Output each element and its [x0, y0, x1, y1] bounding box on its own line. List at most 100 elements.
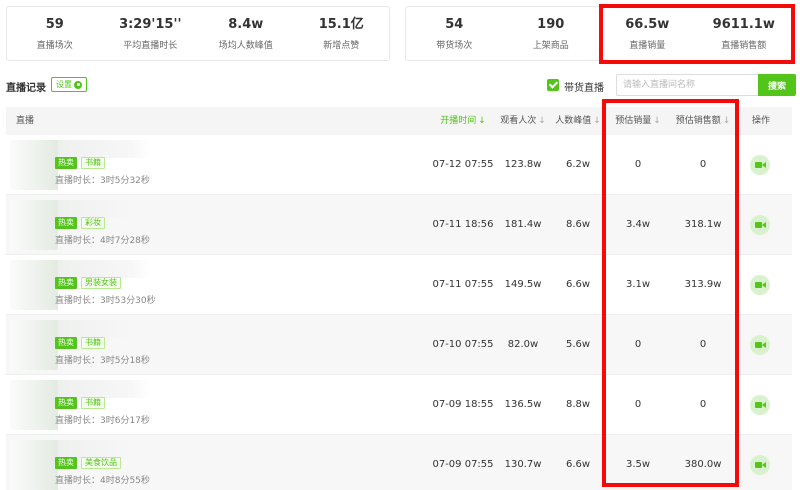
- video-camera-icon[interactable]: [750, 395, 770, 415]
- live-cover-thumbnail[interactable]: [10, 320, 150, 370]
- viewers: 82.0w: [507, 339, 539, 350]
- stat-new-likes: 15.1亿 新增点赞: [294, 7, 390, 60]
- viewers: 130.7w: [504, 459, 542, 470]
- video-camera-icon[interactable]: [750, 275, 770, 295]
- start-time: 07-12 07:55: [432, 159, 494, 170]
- est-revenue: 0: [699, 399, 707, 410]
- header-start-time[interactable]: 开播时间 ↓: [432, 107, 494, 135]
- peak: 8.8w: [565, 399, 591, 410]
- stat-label: 上架商品: [532, 41, 569, 51]
- table-row[interactable]: 热卖 美食饮品 直播时长：4时8分55秒 07-09 07:55 130.7w …: [6, 435, 792, 490]
- category-tag: 彩妆: [81, 217, 105, 229]
- viewers: 181.4w: [504, 219, 542, 230]
- live-duration: 直播时长：3时53分30秒: [55, 296, 156, 306]
- header-est-revenue[interactable]: 预估销售额 ↓: [670, 107, 736, 135]
- live-duration: 直播时长：3时5分18秒: [55, 356, 150, 366]
- hot-tag: 热卖: [55, 217, 77, 229]
- table-row[interactable]: 热卖 彩妆 直播时长：4时7分28秒 07-11 18:56 181.4w 8.…: [6, 195, 792, 255]
- live-records-toolbar: 直播记录 设置 带货直播 搜索: [6, 74, 796, 98]
- stat-live-count: 59 直播场次: [7, 7, 103, 60]
- stat-avg-peak: 8.4w 场均人数峰值: [198, 7, 294, 60]
- live-stats-card: 59 直播场次 3:29'15'' 平均直播时长 8.4w 场均人数峰值 15.…: [6, 6, 390, 61]
- hot-tag: 热卖: [55, 277, 77, 289]
- stat-value: 8.4w: [228, 17, 264, 32]
- category-tag: 书籍: [81, 397, 105, 409]
- stat-products: 190 上架商品: [503, 7, 600, 60]
- est-sales: 3.1w: [625, 279, 651, 290]
- video-camera-icon[interactable]: [750, 155, 770, 175]
- stat-value: 15.1亿: [318, 17, 364, 32]
- stat-selling-lives: 54 带货场次: [406, 7, 503, 60]
- stat-label: 新增点赞: [323, 41, 360, 51]
- stat-value: 66.5w: [625, 17, 670, 32]
- stat-value: 54: [445, 17, 464, 32]
- est-sales: 0: [634, 399, 642, 410]
- table-header: 直播 开播时间 ↓ 观看人次 ↓ 人数峰值 ↓ 预估销量 ↓ 预估销售额 ↓ 操作: [6, 107, 792, 135]
- est-sales: 3.5w: [625, 459, 651, 470]
- live-cover-thumbnail[interactable]: [10, 140, 150, 190]
- sort-arrow-icon: ↓: [722, 116, 731, 126]
- start-time: 07-10 07:55: [432, 339, 494, 350]
- table-row[interactable]: 热卖 书籍 直播时长：3时5分32秒 07-12 07:55 123.8w 6.…: [6, 135, 792, 195]
- hot-tag: 热卖: [55, 397, 77, 409]
- peak: 6.6w: [565, 459, 591, 470]
- settings-label: 设置: [56, 80, 72, 89]
- live-duration: 直播时长：4时8分55秒: [55, 476, 150, 486]
- live-cover-thumbnail[interactable]: [10, 380, 150, 430]
- sort-arrow-icon: ↓: [593, 116, 601, 126]
- stat-value: 9611.1w: [712, 17, 775, 32]
- stat-value: 3:29'15'': [119, 17, 182, 32]
- viewers: 136.5w: [504, 399, 542, 410]
- video-camera-icon[interactable]: [750, 335, 770, 355]
- est-sales: 0: [634, 159, 642, 170]
- checkbox-label[interactable]: 带货直播: [564, 79, 604, 94]
- peak: 6.2w: [565, 159, 591, 170]
- live-duration: 直播时长：3时6分17秒: [55, 416, 150, 426]
- search-button[interactable]: 搜索: [758, 74, 796, 96]
- peak: 8.6w: [565, 219, 591, 230]
- table-row[interactable]: 热卖 书籍 直播时长：3时5分18秒 07-10 07:55 82.0w 5.6…: [6, 315, 792, 375]
- peak: 5.6w: [565, 339, 591, 350]
- stat-label: 场均人数峰值: [218, 41, 273, 51]
- viewers: 123.8w: [504, 159, 542, 170]
- live-cover-thumbnail[interactable]: [10, 260, 150, 310]
- start-time: 07-09 18:55: [432, 399, 494, 410]
- video-camera-icon[interactable]: [750, 215, 770, 235]
- est-revenue: 380.0w: [684, 459, 722, 470]
- table-row[interactable]: 热卖 书籍 直播时长：3时6分17秒 07-09 18:55 136.5w 8.…: [6, 375, 792, 435]
- header-peak[interactable]: 人数峰值 ↓: [552, 107, 604, 135]
- start-time: 07-09 07:55: [432, 459, 494, 470]
- header-viewers[interactable]: 观看人次 ↓: [496, 107, 550, 135]
- sales-stats-card: 54 带货场次 190 上架商品 66.5w 直播销量 9611.1w 直播销售…: [405, 6, 793, 61]
- selling-live-checkbox[interactable]: [547, 79, 559, 91]
- live-duration: 直播时长：3时5分32秒: [55, 176, 150, 186]
- table-row[interactable]: 热卖 男装女装 直播时长：3时53分30秒 07-11 07:55 149.5w…: [6, 255, 792, 315]
- stat-label: 直播销量: [629, 41, 666, 51]
- video-camera-icon[interactable]: [750, 455, 770, 475]
- peak: 6.6w: [565, 279, 591, 290]
- category-tag: 美食饮品: [81, 457, 121, 469]
- hot-tag: 热卖: [55, 337, 77, 349]
- est-sales: 3.4w: [625, 219, 651, 230]
- live-room-search-input[interactable]: [616, 74, 758, 96]
- start-time: 07-11 18:56: [432, 219, 494, 230]
- live-duration: 直播时长：4时7分28秒: [55, 236, 150, 246]
- header-action: 操作: [751, 116, 770, 126]
- stat-label: 带货场次: [436, 41, 473, 51]
- stat-live-sales: 66.5w 直播销量: [599, 7, 696, 60]
- sort-arrow-icon: ↓: [653, 116, 661, 126]
- live-cover-thumbnail[interactable]: [10, 440, 150, 490]
- viewers: 149.5w: [504, 279, 542, 290]
- live-records-table: 直播 开播时间 ↓ 观看人次 ↓ 人数峰值 ↓ 预估销量 ↓ 预估销售额 ↓ 操作 热卖 …: [6, 107, 792, 490]
- est-revenue: 313.9w: [684, 279, 722, 290]
- start-time: 07-11 07:55: [432, 279, 494, 290]
- est-revenue: 318.1w: [684, 219, 722, 230]
- header-est-sales[interactable]: 预估销量 ↓: [610, 107, 666, 135]
- sort-arrow-icon: ↓: [478, 116, 486, 126]
- live-cover-thumbnail[interactable]: [10, 200, 150, 250]
- hot-tag: 热卖: [55, 457, 77, 469]
- category-tag: 男装女装: [81, 277, 121, 289]
- settings-button[interactable]: 设置: [51, 77, 87, 92]
- stat-live-revenue: 9611.1w 直播销售额: [696, 7, 793, 60]
- est-sales: 0: [634, 339, 642, 350]
